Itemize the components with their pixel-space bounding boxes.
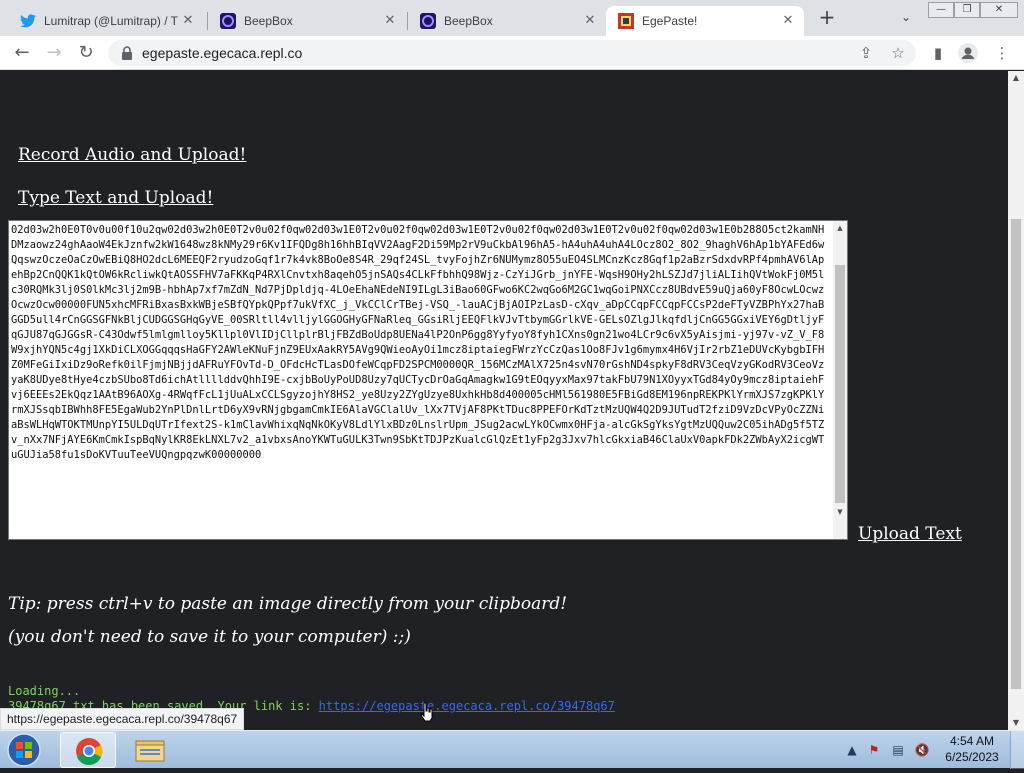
restore-button[interactable]: ❐ — [954, 2, 980, 18]
volume-muted-icon[interactable]: 🔇 — [914, 742, 930, 758]
beepbox-icon — [420, 13, 436, 29]
scroll-down-icon[interactable]: ▼ — [833, 505, 847, 519]
clock[interactable]: 4:54 AM 6/25/2023 — [942, 733, 1002, 765]
taskbar-chrome[interactable] — [60, 732, 116, 768]
scroll-up-icon[interactable]: ▲ — [1008, 71, 1024, 85]
scrollbar-thumb[interactable] — [1011, 219, 1021, 689]
clock-time: 4:54 AM — [949, 734, 995, 748]
chevron-down-icon[interactable]: ⌄ — [896, 7, 916, 27]
close-icon[interactable]: ✕ — [382, 13, 398, 29]
close-icon[interactable]: ✕ — [582, 13, 598, 29]
tab-title: BeepBox — [444, 14, 493, 28]
page-content: Record Audio and Upload! Type Text and U… — [0, 71, 1008, 730]
scrollbar-thumb[interactable] — [835, 265, 845, 503]
tab-title: EgePaste! — [642, 14, 698, 28]
tip-line-2: (you don't need to save it to your compu… — [8, 627, 411, 647]
reload-button[interactable]: ↻ — [74, 41, 98, 65]
action-center-icon[interactable]: ⚑ — [866, 742, 882, 758]
new-tab-button[interactable]: + — [816, 6, 838, 28]
profile-avatar-icon[interactable] — [958, 43, 978, 63]
textarea-content: 02d03w2h0E0T0v0u00f10u2qw02d03w2h0E0T2v0… — [11, 224, 825, 461]
side-panel-icon[interactable]: ▮ — [928, 43, 948, 63]
upload-text-link[interactable]: Upload Text — [858, 524, 962, 544]
minimize-button[interactable]: — — [928, 2, 954, 18]
tab-beepbox-1[interactable]: BeepBox ✕ — [208, 6, 406, 36]
address-bar[interactable]: egepaste.egecaca.repl.co — [108, 40, 916, 66]
saved-link[interactable]: https://egepaste.egecaca.repl.co/39478q6… — [319, 699, 615, 713]
menu-icon[interactable]: ⋮ — [992, 43, 1012, 63]
tab-twitter[interactable]: Lumitrap (@Lumitrap) / T ✕ — [8, 6, 204, 36]
paste-textarea[interactable]: 02d03w2h0E0T0v0u00f10u2qw02d03w2h0E0T2v0… — [8, 220, 848, 540]
page-scrollbar[interactable]: ▲ ▼ — [1008, 71, 1024, 730]
network-icon[interactable]: ▤ — [890, 742, 906, 758]
tab-strip: Lumitrap (@Lumitrap) / T ✕ BeepBox ✕ Bee… — [0, 0, 1024, 36]
share-icon[interactable]: ⇪ — [856, 43, 876, 63]
egepaste-icon — [618, 13, 634, 29]
tab-title: BeepBox — [244, 14, 293, 28]
close-icon[interactable]: ✕ — [180, 13, 196, 29]
scroll-down-icon[interactable]: ▼ — [1008, 716, 1024, 730]
scroll-up-icon[interactable]: ▲ — [833, 221, 847, 235]
beepbox-icon — [220, 13, 236, 29]
tab-egepaste[interactable]: EgePaste! ✕ — [606, 6, 804, 36]
start-button[interactable] — [4, 732, 44, 768]
twitter-icon — [20, 13, 36, 29]
type-text-link[interactable]: Type Text and Upload! — [18, 188, 213, 208]
show-hidden-icons[interactable]: ▲ — [844, 742, 860, 758]
tab-title: Lumitrap (@Lumitrap) / T — [44, 14, 178, 28]
file-explorer-icon — [135, 740, 165, 762]
bookmark-star-icon[interactable]: ☆ — [888, 43, 908, 63]
browser-toolbar: ← → ↻ egepaste.egecaca.repl.co ⇪ ☆ ▮ ⋮ — [0, 36, 1024, 70]
tip-line-1: Tip: press ctrl+v to paste an image dire… — [8, 594, 568, 614]
status-url-tooltip: https://egepaste.egecaca.repl.co/39478q6… — [0, 708, 245, 730]
clock-date: 6/25/2023 — [945, 750, 999, 764]
url-text: egepaste.egecaca.repl.co — [142, 45, 303, 61]
loading-text: Loading... — [8, 684, 81, 698]
record-audio-link[interactable]: Record Audio and Upload! — [18, 145, 246, 165]
back-button[interactable]: ← — [10, 41, 34, 65]
tab-beepbox-2[interactable]: BeepBox ✕ — [408, 6, 606, 36]
taskbar: ▲ ⚑ ▤ 🔇 4:54 AM 6/25/2023 — [0, 730, 1024, 769]
close-window-button[interactable]: ✕ — [980, 2, 1018, 18]
hand-cursor-icon — [420, 702, 433, 722]
windows-start-icon — [7, 733, 41, 767]
close-icon[interactable]: ✕ — [780, 13, 796, 29]
lock-icon — [122, 46, 132, 60]
textarea-scrollbar[interactable]: ▲ ▼ — [833, 221, 847, 539]
taskbar-file-explorer[interactable] — [122, 732, 178, 768]
show-desktop-button[interactable] — [1010, 731, 1024, 769]
forward-button[interactable]: → — [42, 41, 66, 65]
chrome-icon — [76, 738, 103, 765]
